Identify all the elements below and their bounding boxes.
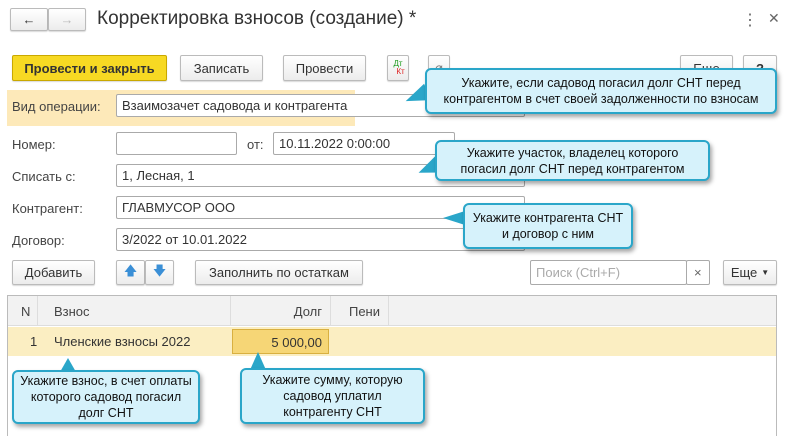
search-clear-button[interactable]: × bbox=[686, 260, 710, 285]
row-fee[interactable]: Членские взносы 2022 bbox=[54, 334, 190, 349]
move-down-button[interactable]: 🡇 bbox=[145, 260, 174, 285]
column-penalty[interactable]: Пени bbox=[331, 296, 389, 326]
post-button[interactable]: Провести bbox=[283, 55, 366, 81]
date-input[interactable]: 10.11.2022 0:00:00 bbox=[273, 132, 455, 155]
move-up-button[interactable]: 🡅 bbox=[116, 260, 145, 285]
contract-label: Договор: bbox=[12, 233, 65, 248]
window-title: Корректировка взносов (создание) * bbox=[97, 8, 417, 29]
search-input[interactable]: Поиск (Ctrl+F) bbox=[530, 260, 687, 285]
close-icon[interactable]: ✕ bbox=[768, 10, 780, 27]
callout-tail bbox=[443, 211, 465, 225]
number-input[interactable] bbox=[116, 132, 237, 155]
kt-label: Кт bbox=[396, 67, 405, 76]
operation-label: Вид операции: bbox=[12, 99, 101, 114]
post-and-close-button[interactable]: Провести и закрыть bbox=[12, 55, 167, 81]
column-n[interactable]: N bbox=[8, 296, 38, 326]
table-more-label: Еще bbox=[730, 265, 758, 280]
callout-operation: Укажите, если садовод погасил долг СНТ п… bbox=[425, 68, 777, 114]
add-button[interactable]: Добавить bbox=[12, 260, 95, 285]
fill-by-balances-button[interactable]: Заполнить по остаткам bbox=[195, 260, 363, 285]
callout-counterparty: Укажите контрагента СНТ и договор с ним bbox=[463, 203, 633, 249]
dt-kt-button[interactable]: Дт Кт bbox=[387, 55, 409, 81]
date-label: от: bbox=[247, 137, 264, 152]
number-label: Номер: bbox=[12, 137, 56, 152]
table-header: N Взнос Долг Пени bbox=[8, 296, 776, 326]
back-button[interactable]: ← bbox=[10, 8, 48, 31]
chevron-down-icon: ▼ bbox=[761, 268, 770, 277]
counterparty-label: Контрагент: bbox=[12, 201, 83, 216]
forward-button[interactable]: → bbox=[48, 8, 86, 31]
save-button[interactable]: Записать bbox=[180, 55, 263, 81]
row-debt[interactable]: 5 000,00 bbox=[232, 329, 329, 354]
table-more-button[interactable]: Еще ▼ bbox=[723, 260, 777, 285]
table-row[interactable]: 1 Членские взносы 2022 5 000,00 bbox=[8, 327, 776, 356]
callout-fee: Укажите взнос, в счет оплаты которого са… bbox=[12, 370, 200, 424]
callout-plot: Укажите участок, владелец которого погас… bbox=[435, 140, 710, 181]
more-menu-icon[interactable]: ⋮ bbox=[742, 10, 758, 30]
column-debt[interactable]: Долг bbox=[231, 296, 331, 326]
callout-amount: Укажите сумму, которую садовод уплатил к… bbox=[240, 368, 425, 424]
writeoff-label: Списать с: bbox=[12, 169, 76, 184]
column-fee[interactable]: Взнос bbox=[38, 296, 231, 326]
row-n: 1 bbox=[30, 334, 38, 349]
